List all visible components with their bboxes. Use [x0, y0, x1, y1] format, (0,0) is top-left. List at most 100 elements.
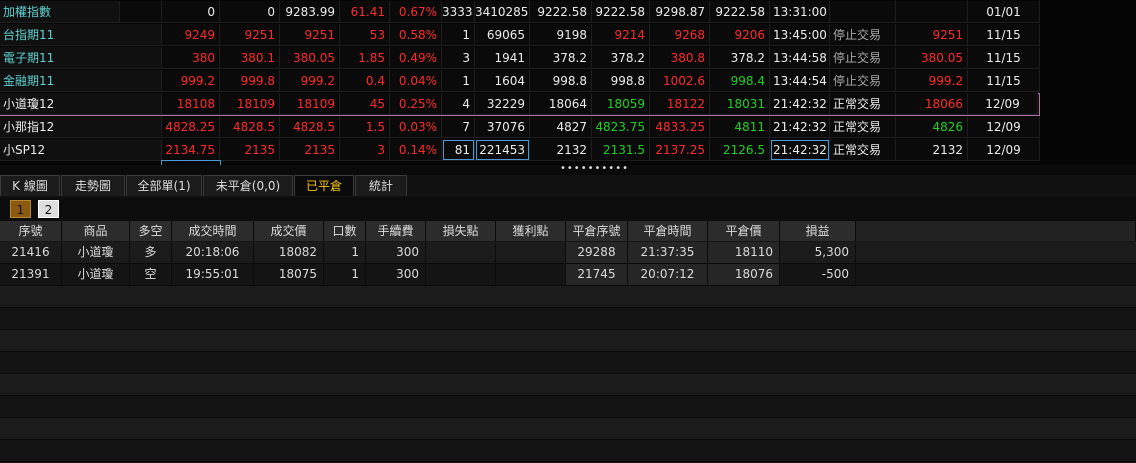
quote-high: 9268	[650, 24, 710, 46]
cell-close-time: 20:07:12	[628, 264, 708, 285]
cell-take-profit	[496, 264, 566, 285]
tab-kline[interactable]: K 線圖	[0, 175, 60, 196]
column-header-pnl[interactable]: 損益	[780, 221, 856, 241]
quote-name: 金融期11	[0, 70, 162, 92]
quote-total-vol: 69065	[475, 24, 530, 46]
column-header-stop-loss[interactable]: 損失點	[426, 221, 496, 241]
quote-board: 加權指數 0 0 9283.99 61.41 0.67% 3333 341028…	[0, 0, 1136, 165]
quote-ref: 18064	[530, 93, 592, 115]
quote-expiry: 11/15	[968, 47, 1040, 69]
quote-status: 停止交易	[830, 24, 896, 46]
empty-row	[0, 418, 1136, 440]
column-header-side[interactable]: 多空	[130, 221, 172, 241]
quote-status: 正常交易	[830, 93, 896, 115]
cell-qty: 1	[324, 242, 366, 263]
cell-product: 小道瓊	[62, 264, 130, 285]
column-header-product[interactable]: 商品	[62, 221, 130, 241]
quote-bid: 9249	[162, 24, 220, 46]
cell-trade-price: 18082	[254, 242, 324, 263]
quote-last: 18109	[280, 93, 340, 115]
column-header-close-time[interactable]: 平倉時間	[628, 221, 708, 241]
quote-status: 停止交易	[830, 70, 896, 92]
quote-open: 2131.5	[592, 139, 650, 161]
quote-settle: 999.2	[896, 70, 968, 92]
cell-product: 小道瓊	[62, 242, 130, 263]
quote-row-taiex[interactable]: 加權指數 0 0 9283.99 61.41 0.67% 3333 341028…	[0, 1, 1136, 24]
quote-change: 45	[340, 93, 390, 115]
quote-open: 18059	[592, 93, 650, 115]
column-header-close-seq[interactable]: 平倉序號	[566, 221, 628, 241]
quote-row-tx[interactable]: 台指期11 9249 9251 9251 53 0.58% 1 69065 91…	[0, 24, 1136, 47]
quote-ref: 998.8	[530, 70, 592, 92]
quote-low: 998.4	[710, 70, 770, 92]
tab-bar: K 線圖 走勢圖 全部單(1) 未平倉(0,0) 已平倉 統計	[0, 175, 1136, 198]
cell-stop-loss	[426, 264, 496, 285]
quote-row-nq[interactable]: 小那指12 4828.25 4828.5 4828.5 1.5 0.03% 7 …	[0, 116, 1136, 139]
tab-all-orders[interactable]: 全部單(1)	[126, 175, 202, 196]
quote-row-te[interactable]: 電子期11 380 380.1 380.05 1.85 0.49% 3 1941…	[0, 47, 1136, 70]
column-header-fee[interactable]: 手續費	[366, 221, 426, 241]
cell-side: 多	[130, 242, 172, 263]
empty-row	[0, 330, 1136, 352]
tab-closed-positions[interactable]: 已平倉	[294, 175, 354, 196]
quote-name: 台指期11	[0, 24, 162, 46]
quote-single-vol: 3333	[442, 1, 475, 23]
quote-high: 1002.6	[650, 70, 710, 92]
empty-row	[0, 374, 1136, 396]
quote-low: 2126.5	[710, 139, 770, 161]
column-header-seq[interactable]: 序號	[0, 221, 62, 241]
quote-row-ym[interactable]: 小道瓊12 18108 18109 18109 45 0.25% 4 32229…	[0, 93, 1040, 116]
quote-time: 13:45:00	[770, 24, 830, 46]
column-header-take-profit[interactable]: 獲利點	[496, 221, 566, 241]
quote-last: 2135	[280, 139, 340, 161]
column-header-close-price[interactable]: 平倉價	[708, 221, 780, 241]
quote-expiry: 01/01	[968, 1, 1040, 23]
quote-row-es[interactable]: 小SP12 2134.75 2135 2135 3 0.14% 81 22145…	[0, 139, 1136, 162]
quote-settle: 2132	[896, 139, 968, 161]
column-header-trade-price[interactable]: 成交價	[254, 221, 324, 241]
quote-time: 21:42:32	[770, 93, 830, 115]
quote-change: 3	[340, 139, 390, 161]
empty-row	[0, 286, 1136, 308]
quote-low: 9206	[710, 24, 770, 46]
quote-high: 4833.25	[650, 116, 710, 138]
quote-ref: 378.2	[530, 47, 592, 69]
quote-low: 378.2	[710, 47, 770, 69]
quote-single-vol: 1	[442, 24, 475, 46]
page-button-2[interactable]: 2	[38, 200, 59, 218]
quote-name: 小SP12	[0, 139, 162, 161]
panel-splitter-handle[interactable]: ••••••••••	[560, 164, 628, 174]
table-row[interactable]: 21391 小道瓊 空 19:55:01 18075 1 300 21745 2…	[0, 264, 1136, 286]
quote-high: 2137.25	[650, 139, 710, 161]
tab-trend[interactable]: 走勢圖	[61, 175, 125, 196]
table-row[interactable]: 21416 小道瓊 多 20:18:06 18082 1 300 29288 2…	[0, 242, 1136, 264]
quote-row-tf[interactable]: 金融期11 999.2 999.8 999.2 0.4 0.04% 1 1604…	[0, 70, 1136, 93]
quote-change: 61.41	[340, 1, 390, 23]
quote-expiry: 12/09	[968, 116, 1040, 138]
quote-ask: 2135	[220, 139, 280, 161]
empty-row	[0, 440, 1136, 462]
quote-blank	[120, 1, 162, 23]
quote-total-vol: 3410285	[475, 1, 530, 23]
quote-settle: 18066	[896, 93, 968, 115]
column-header-qty[interactable]: 口數	[324, 221, 366, 241]
quote-settle: 4826	[896, 116, 968, 138]
column-header-filler	[856, 221, 1136, 241]
quote-open: 9222.58	[592, 1, 650, 23]
cell-qty: 1	[324, 264, 366, 285]
quote-open: 998.8	[592, 70, 650, 92]
tab-statistics[interactable]: 統計	[355, 175, 407, 196]
quote-single-vol: 4	[442, 93, 475, 115]
tab-open-positions[interactable]: 未平倉(0,0)	[203, 175, 293, 196]
quote-status	[830, 1, 896, 23]
quote-time: 13:44:58	[770, 47, 830, 69]
quote-change-pct: 0.58%	[390, 24, 442, 46]
quote-low: 4811	[710, 116, 770, 138]
quote-time: 13:31:00	[770, 1, 830, 23]
page-button-1[interactable]: 1	[10, 200, 31, 218]
quote-change-pct: 0.25%	[390, 93, 442, 115]
cell-fee: 300	[366, 242, 426, 263]
column-header-trade-time[interactable]: 成交時間	[172, 221, 254, 241]
empty-row	[0, 396, 1136, 418]
partial-cell-highlight	[161, 160, 221, 165]
